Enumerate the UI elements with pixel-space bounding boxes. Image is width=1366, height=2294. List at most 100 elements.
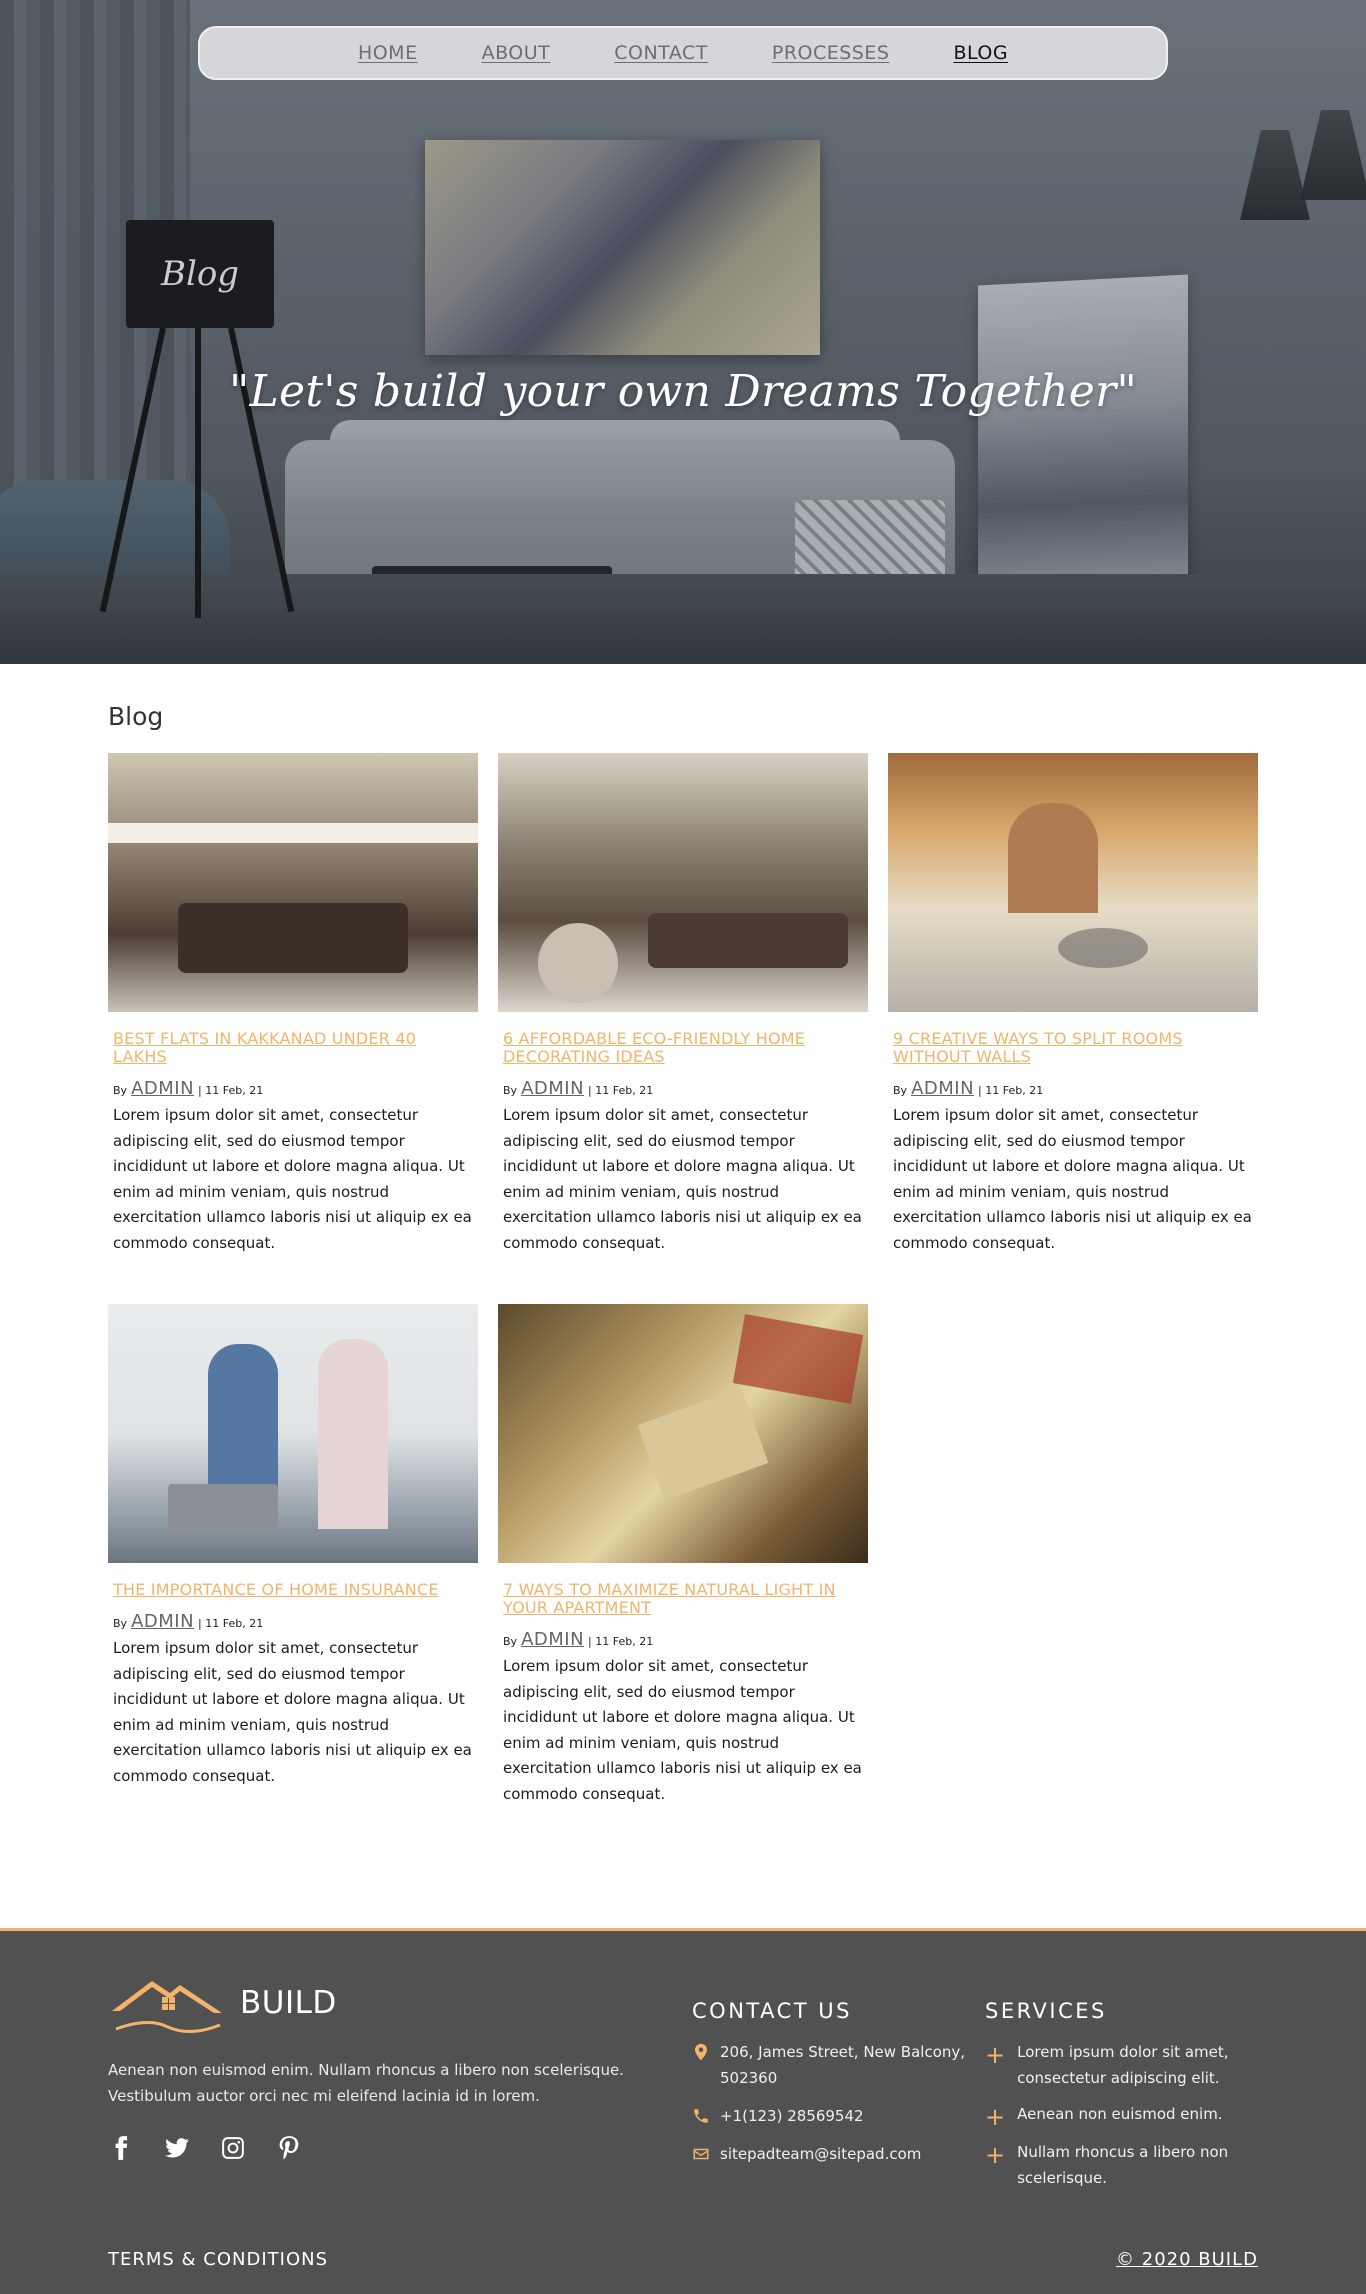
blog-card: BEST FLATS IN KAKKANAD UNDER 40 LAKHS By… [108, 753, 478, 1256]
post-meta: By ADMIN | 11 Feb, 21 [503, 1629, 864, 1650]
sofa-shape [648, 913, 848, 968]
post-excerpt: Lorem ipsum dolor sit amet, consectetur … [113, 1106, 472, 1252]
phone-link[interactable]: +1(123) 28569542 [720, 2103, 864, 2129]
house-logo-icon [112, 1981, 222, 2033]
contact-email: sitepadteam@sitepad.com [692, 2141, 977, 2167]
footer-contact: CONTACT US 206, James Street, New Balcon… [692, 1999, 977, 2179]
author-link[interactable]: ADMIN [131, 1611, 194, 1632]
table-shape [1058, 928, 1148, 968]
footer-services: SERVICES + Lorem ipsum dolor sit amet, c… [985, 1999, 1260, 2201]
twitter-icon[interactable] [164, 2135, 190, 2165]
by-label: By [113, 1084, 128, 1097]
nav-processes-link[interactable]: PROCESSES [772, 42, 890, 64]
nav-contact-link[interactable]: CONTACT [614, 42, 708, 64]
blog-post-title-link[interactable]: 7 WAYS TO MAXIMIZE NATURAL LIGHT IN YOUR… [503, 1581, 864, 1617]
person-shape [318, 1339, 388, 1529]
contact-heading: CONTACT US [692, 1999, 852, 2023]
blog-post-image[interactable] [108, 753, 478, 1012]
author-link[interactable]: ADMIN [131, 1078, 194, 1099]
laptop-shape [168, 1484, 278, 1534]
blog-post-title-link[interactable]: THE IMPORTANCE OF HOME INSURANCE [113, 1581, 474, 1599]
site-footer: BUILD Aenean non euismod enim. Nullam rh… [0, 1928, 1366, 2294]
facebook-icon[interactable] [108, 2135, 134, 2165]
by-label: By [503, 1084, 518, 1097]
blog-card: 9 CREATIVE WAYS TO SPLIT ROOMS WITHOUT W… [888, 753, 1258, 1256]
blog-card: 7 WAYS TO MAXIMIZE NATURAL LIGHT IN YOUR… [498, 1304, 868, 1807]
pinterest-icon[interactable] [276, 2135, 302, 2165]
hero-banner: Blog HOME ABOUT CONTACT PROCESSES BLOG "… [0, 0, 1366, 664]
footer-brand-name: BUILD [240, 1985, 337, 2021]
contact-address: 206, James Street, New Balcony, 502360 [692, 2039, 977, 2091]
plus-icon: + [985, 2103, 1006, 2131]
footer-brand: BUILD Aenean non euismod enim. Nullam rh… [108, 1967, 648, 2165]
social-links [108, 2135, 648, 2165]
email-link[interactable]: sitepadteam@sitepad.com [720, 2141, 921, 2167]
post-meta: By ADMIN | 11 Feb, 21 [113, 1611, 474, 1632]
fireplace-shape [1008, 803, 1098, 913]
post-excerpt: Lorem ipsum dolor sit amet, consectetur … [113, 1639, 472, 1785]
blog-post-image[interactable] [888, 753, 1258, 1012]
location-pin-icon [695, 2043, 707, 2061]
service-item: + Aenean non euismod enim. [985, 2101, 1260, 2129]
blog-heading: Blog [108, 702, 164, 731]
address-text: 206, James Street, New Balcony, 502360 [720, 2043, 966, 2087]
post-excerpt: Lorem ipsum dolor sit amet, consectetur … [893, 1106, 1252, 1252]
blog-card-body: 6 AFFORDABLE ECO-FRIENDLY HOME DECORATIN… [498, 1012, 868, 1256]
hero-overlay [0, 0, 1366, 664]
by-label: By [113, 1617, 128, 1630]
blog-section: Blog BEST FLATS IN KAKKANAD UNDER 40 LAK… [0, 664, 1366, 1807]
blog-card-body: 7 WAYS TO MAXIMIZE NATURAL LIGHT IN YOUR… [498, 1563, 868, 1807]
blog-card-body: BEST FLATS IN KAKKANAD UNDER 40 LAKHS By… [108, 1012, 478, 1256]
ceiling-band [108, 823, 478, 843]
blog-card: 6 AFFORDABLE ECO-FRIENDLY HOME DECORATIN… [498, 753, 868, 1256]
post-excerpt: Lorem ipsum dolor sit amet, consectetur … [503, 1106, 862, 1252]
terms-link[interactable]: TERMS & CONDITIONS [108, 2249, 328, 2270]
scaffold-shape [732, 1314, 864, 1404]
blog-post-title-link[interactable]: 9 CREATIVE WAYS TO SPLIT ROOMS WITHOUT W… [893, 1030, 1254, 1066]
author-link[interactable]: ADMIN [911, 1078, 974, 1099]
post-meta: By ADMIN | 11 Feb, 21 [503, 1078, 864, 1099]
service-item: + Nullam rhoncus a libero non scelerisqu… [985, 2139, 1260, 2191]
blog-post-image[interactable] [108, 1304, 478, 1563]
by-label: By [893, 1084, 908, 1097]
post-date: | 11 Feb, 21 [588, 1084, 654, 1097]
sofa-shape [178, 903, 408, 973]
by-label: By [503, 1635, 518, 1648]
service-text: Aenean non euismod enim. [1017, 2105, 1223, 2123]
author-link[interactable]: ADMIN [521, 1629, 584, 1650]
blog-card: THE IMPORTANCE OF HOME INSURANCE By ADMI… [108, 1304, 478, 1807]
nav-home-link[interactable]: HOME [358, 42, 418, 64]
plus-icon: + [985, 2041, 1006, 2069]
blog-card-body: THE IMPORTANCE OF HOME INSURANCE By ADMI… [108, 1563, 478, 1789]
author-link[interactable]: ADMIN [521, 1078, 584, 1099]
plywood-shape [637, 1387, 769, 1501]
copyright-link[interactable]: © 2020 BUILD [1116, 2249, 1258, 2270]
plus-icon: + [985, 2141, 1006, 2169]
service-item: + Lorem ipsum dolor sit amet, consectetu… [985, 2039, 1260, 2091]
post-excerpt: Lorem ipsum dolor sit amet, consectetur … [503, 1657, 862, 1803]
blog-post-image[interactable] [498, 753, 868, 1012]
egg-chair-shape [538, 923, 618, 1003]
footer-description: Aenean non euismod enim. Nullam rhoncus … [108, 2061, 624, 2105]
blog-post-title-link[interactable]: BEST FLATS IN KAKKANAD UNDER 40 LAKHS [113, 1030, 474, 1066]
post-date: | 11 Feb, 21 [588, 1635, 654, 1648]
hero-tagline: "Let's build your own Dreams Together" [228, 366, 1138, 417]
instagram-icon[interactable] [220, 2135, 246, 2165]
envelope-icon [693, 2148, 709, 2160]
blog-card-body: 9 CREATIVE WAYS TO SPLIT ROOMS WITHOUT W… [888, 1012, 1258, 1256]
blog-post-title-link[interactable]: 6 AFFORDABLE ECO-FRIENDLY HOME DECORATIN… [503, 1030, 864, 1066]
post-date: | 11 Feb, 21 [978, 1084, 1044, 1097]
nav-blog-link[interactable]: BLOG [953, 42, 1008, 64]
contact-phone: +1(123) 28569542 [692, 2103, 977, 2129]
post-meta: By ADMIN | 11 Feb, 21 [113, 1078, 474, 1099]
main-nav: HOME ABOUT CONTACT PROCESSES BLOG [198, 26, 1168, 80]
nav-about-link[interactable]: ABOUT [482, 42, 551, 64]
service-text: Lorem ipsum dolor sit amet, consectetur … [1017, 2043, 1229, 2087]
service-text: Nullam rhoncus a libero non scelerisque. [1017, 2143, 1229, 2187]
footer-logo[interactable]: BUILD [108, 1967, 648, 2039]
services-heading: SERVICES [985, 1999, 1107, 2023]
post-date: | 11 Feb, 21 [198, 1084, 264, 1097]
phone-icon [694, 2109, 708, 2123]
blog-post-image[interactable] [498, 1304, 868, 1563]
post-meta: By ADMIN | 11 Feb, 21 [893, 1078, 1254, 1099]
